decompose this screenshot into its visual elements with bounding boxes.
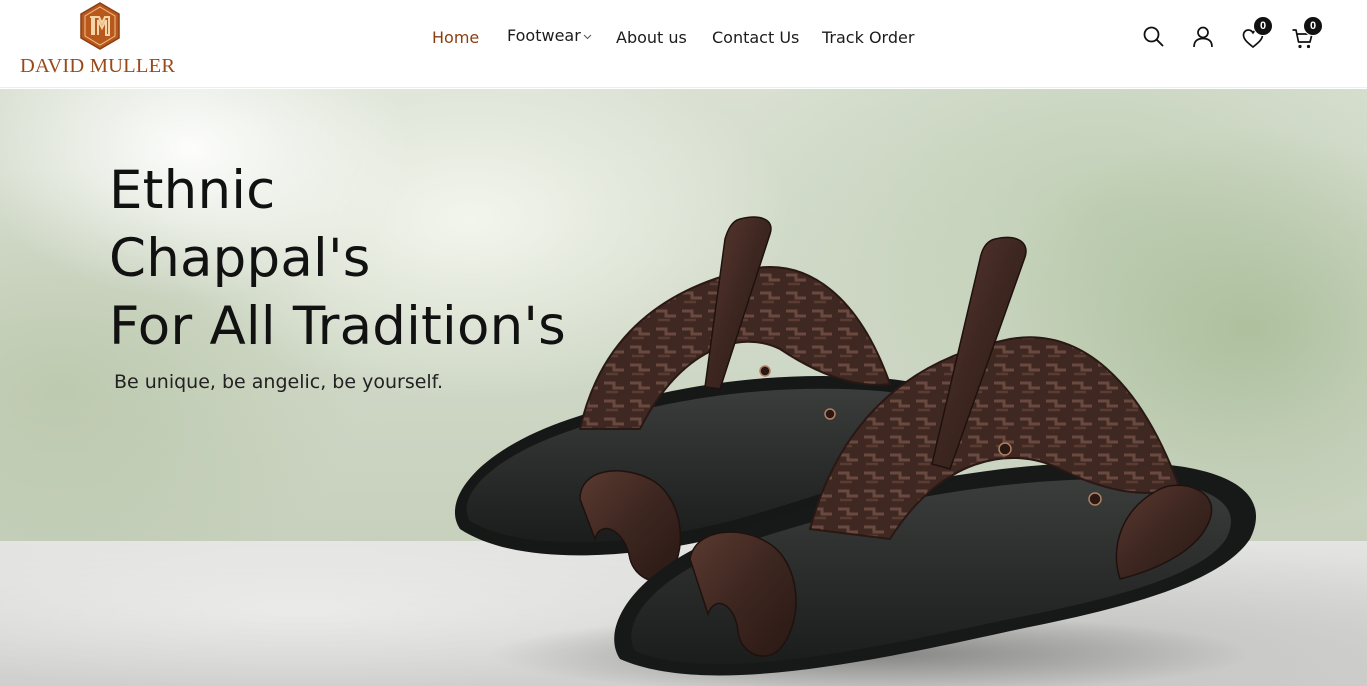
- nav-home[interactable]: Home: [432, 28, 479, 47]
- site-header: DAVID MULLER Home Footwear About us Cont…: [0, 0, 1367, 88]
- nav-footwear-label: Footwear: [507, 26, 581, 45]
- cart-count-badge: 0: [1303, 16, 1323, 36]
- hero-title-line-1: Ethnic: [109, 160, 276, 221]
- nav-contact-us[interactable]: Contact Us: [712, 28, 799, 47]
- wishlist-count-badge: 0: [1253, 16, 1273, 36]
- hero-title: Ethnic Chappal's For All Tradition's: [109, 157, 629, 361]
- nav-about-us[interactable]: About us: [616, 28, 687, 47]
- hero-banner[interactable]: Ethnic Chappal's For All Tradition's Be …: [0, 89, 1367, 686]
- chevron-down-icon: [583, 34, 592, 39]
- nav-track-order[interactable]: Track Order: [822, 28, 914, 47]
- hero-title-line-3: For All Tradition's: [109, 296, 566, 357]
- nav-footwear[interactable]: Footwear: [507, 26, 592, 45]
- user-icon[interactable]: [1190, 24, 1216, 50]
- hero-subtitle: Be unique, be angelic, be yourself.: [114, 371, 444, 393]
- hero-title-line-2: Chappal's: [109, 228, 371, 289]
- search-icon[interactable]: [1141, 24, 1167, 50]
